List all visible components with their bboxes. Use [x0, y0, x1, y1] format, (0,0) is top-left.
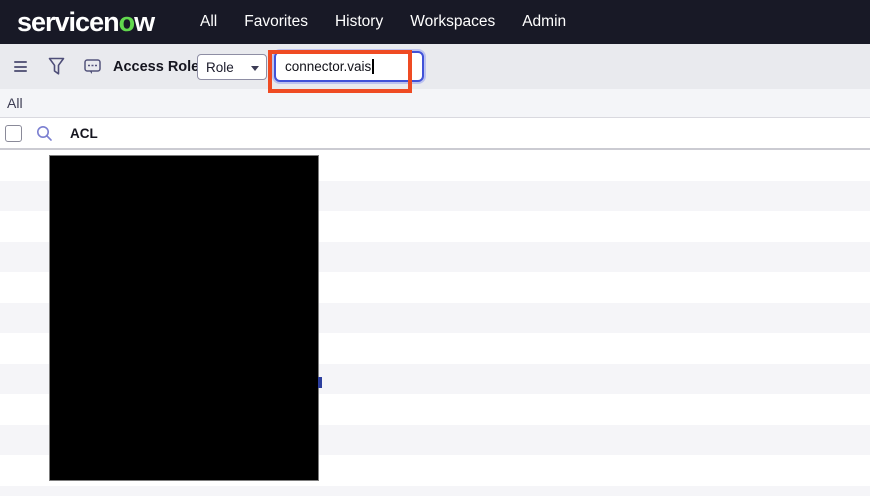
- table-row[interactable]: [0, 486, 870, 496]
- top-nav-bar: servicenow All Favorites History Workspa…: [0, 0, 870, 44]
- chevron-down-icon: [251, 66, 259, 71]
- nav-item-history[interactable]: History: [335, 13, 383, 31]
- column-header-acl[interactable]: ACL: [70, 118, 98, 148]
- list-toolbar: Access Roles Role connector.vais: [0, 44, 870, 89]
- link-text-artifact: [318, 377, 322, 388]
- text-cursor: [372, 59, 374, 74]
- logo-text-pre: servicen: [17, 7, 119, 37]
- nav-item-admin[interactable]: Admin: [522, 13, 566, 31]
- table-header-row: ACL: [0, 118, 870, 150]
- nav-item-all[interactable]: All: [200, 13, 217, 31]
- page-title: Access Roles: [113, 44, 207, 89]
- servicenow-logo[interactable]: servicenow: [17, 8, 154, 36]
- search-column-dropdown[interactable]: Role: [197, 54, 267, 80]
- search-column-dropdown-value: Role: [206, 60, 234, 75]
- redacted-region: [49, 155, 319, 481]
- logo-text-post: w: [134, 7, 154, 37]
- select-all-checkbox[interactable]: [5, 125, 22, 142]
- list-search-input[interactable]: connector.vais: [274, 51, 424, 82]
- search-input-value: connector.vais: [285, 59, 371, 74]
- menu-icon[interactable]: [14, 44, 27, 89]
- top-nav-menu: All Favorites History Workspaces Admin: [200, 0, 566, 44]
- search-icon[interactable]: [36, 125, 53, 142]
- breadcrumb-all[interactable]: All: [7, 95, 23, 111]
- logo-green-o: o: [119, 7, 135, 37]
- nav-item-favorites[interactable]: Favorites: [244, 13, 308, 31]
- breadcrumb: All: [0, 89, 870, 118]
- chat-icon[interactable]: [84, 44, 101, 89]
- app-window: servicenow All Favorites History Workspa…: [0, 0, 870, 496]
- filter-icon[interactable]: [48, 44, 65, 89]
- nav-item-workspaces[interactable]: Workspaces: [410, 13, 495, 31]
